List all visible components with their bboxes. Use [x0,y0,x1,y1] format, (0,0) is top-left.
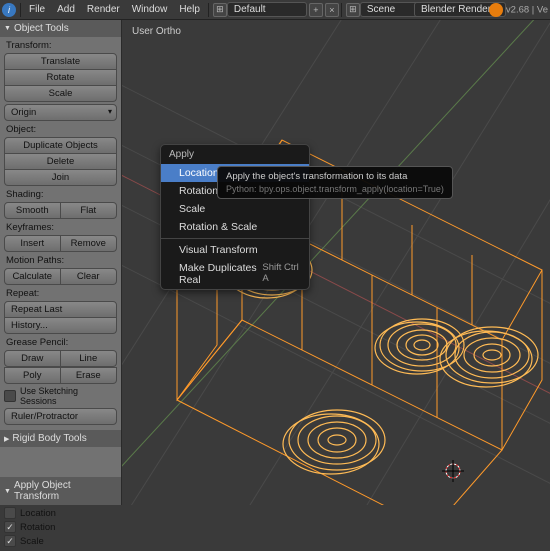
context-menu-title: Apply [161,145,309,164]
menu-window[interactable]: Window [126,4,174,15]
3d-cursor-icon [442,460,464,482]
collapse-icon: ▶ [4,435,9,443]
scale-checkbox[interactable]: Scale [4,535,117,547]
motion-label: Motion Paths: [6,255,117,266]
shading-label: Shading: [6,189,117,200]
object-label: Object: [6,124,117,135]
apply-scale-item[interactable]: Scale [161,200,309,218]
checkbox-icon [4,507,16,519]
scene-label: Scene [367,4,395,15]
rigid-body-header[interactable]: ▶ Rigid Body Tools [0,430,121,447]
apply-rotscale-item[interactable]: Rotation & Scale [161,218,309,236]
checkbox-icon [4,535,16,547]
sketching-sessions-checkbox[interactable]: Use Sketching Sessions [4,386,117,406]
shortcut-label: Shift Ctrl A [262,262,299,286]
delete-button[interactable]: Delete [4,154,117,170]
checkbox-icon [4,521,16,533]
tooltip-python: Python: bpy.ops.object.transform_apply(l… [226,184,444,194]
dropdown-icon: ▾ [108,107,112,116]
collapse-icon: ▼ [4,488,11,495]
info-icon[interactable]: i [0,1,18,19]
duplicate-button[interactable]: Duplicate Objects [4,137,117,154]
version-label: v2.68 | Ve [489,3,548,17]
repeat-label: Repeat: [6,288,117,299]
layout-browse-icon[interactable]: ⊞ [213,3,227,17]
engine-label: Blender Render [421,4,491,15]
tooltip: Apply the object's transformation to its… [217,166,453,199]
clear-button[interactable]: Clear [61,268,118,285]
gp-line-button[interactable]: Line [61,350,118,367]
top-menubar: i File Add Render Window Help ⊞ Default … [0,0,550,20]
tool-shelf: ▼ Object Tools Transform: Translate Rota… [0,20,122,505]
remove-keyframe-button[interactable]: Remove [61,235,118,252]
scale-button[interactable]: Scale [4,86,117,102]
calculate-button[interactable]: Calculate [4,268,61,285]
gp-draw-button[interactable]: Draw [4,350,61,367]
layout-label: Default [234,4,266,15]
flat-button[interactable]: Flat [61,202,118,219]
location-checkbox[interactable]: Location [4,507,117,519]
menu-render[interactable]: Render [81,4,126,15]
menu-help[interactable]: Help [173,4,206,15]
translate-button[interactable]: Translate [4,53,117,70]
gp-erase-button[interactable]: Erase [61,367,118,384]
visual-transform-item[interactable]: Visual Transform [161,241,309,259]
checkbox-icon [4,390,16,402]
grease-pencil-label: Grease Pencil: [6,337,117,348]
layout-dropdown[interactable]: Default [227,2,307,17]
ruler-button[interactable]: Ruler/Protractor [4,408,117,425]
layout-remove-icon[interactable]: × [325,3,339,17]
collapse-icon: ▼ [4,25,11,32]
smooth-button[interactable]: Smooth [4,202,61,219]
repeat-last-button[interactable]: Repeat Last [4,301,117,318]
apply-transform-header[interactable]: ▼ Apply Object Transform [0,477,121,505]
blender-icon [489,3,503,17]
insert-keyframe-button[interactable]: Insert [4,235,61,252]
transform-label: Transform: [6,40,117,51]
origin-button[interactable]: Origin ▾ [4,104,117,121]
history-button[interactable]: History... [4,318,117,334]
make-duplicates-real-item[interactable]: Make Duplicates Real Shift Ctrl A [161,259,309,289]
rotate-button[interactable]: Rotate [4,70,117,86]
layout-add-icon[interactable]: + [309,3,323,17]
rotation-checkbox[interactable]: Rotation [4,521,117,533]
scene-browse-icon[interactable]: ⊞ [346,3,360,17]
join-button[interactable]: Join [4,170,117,186]
gp-poly-button[interactable]: Poly [4,367,61,384]
menu-file[interactable]: File [23,4,51,15]
menu-add[interactable]: Add [51,4,81,15]
object-tools-header[interactable]: ▼ Object Tools [0,20,121,37]
tooltip-title: Apply the object's transformation to its… [226,171,444,182]
keyframes-label: Keyframes: [6,222,117,233]
